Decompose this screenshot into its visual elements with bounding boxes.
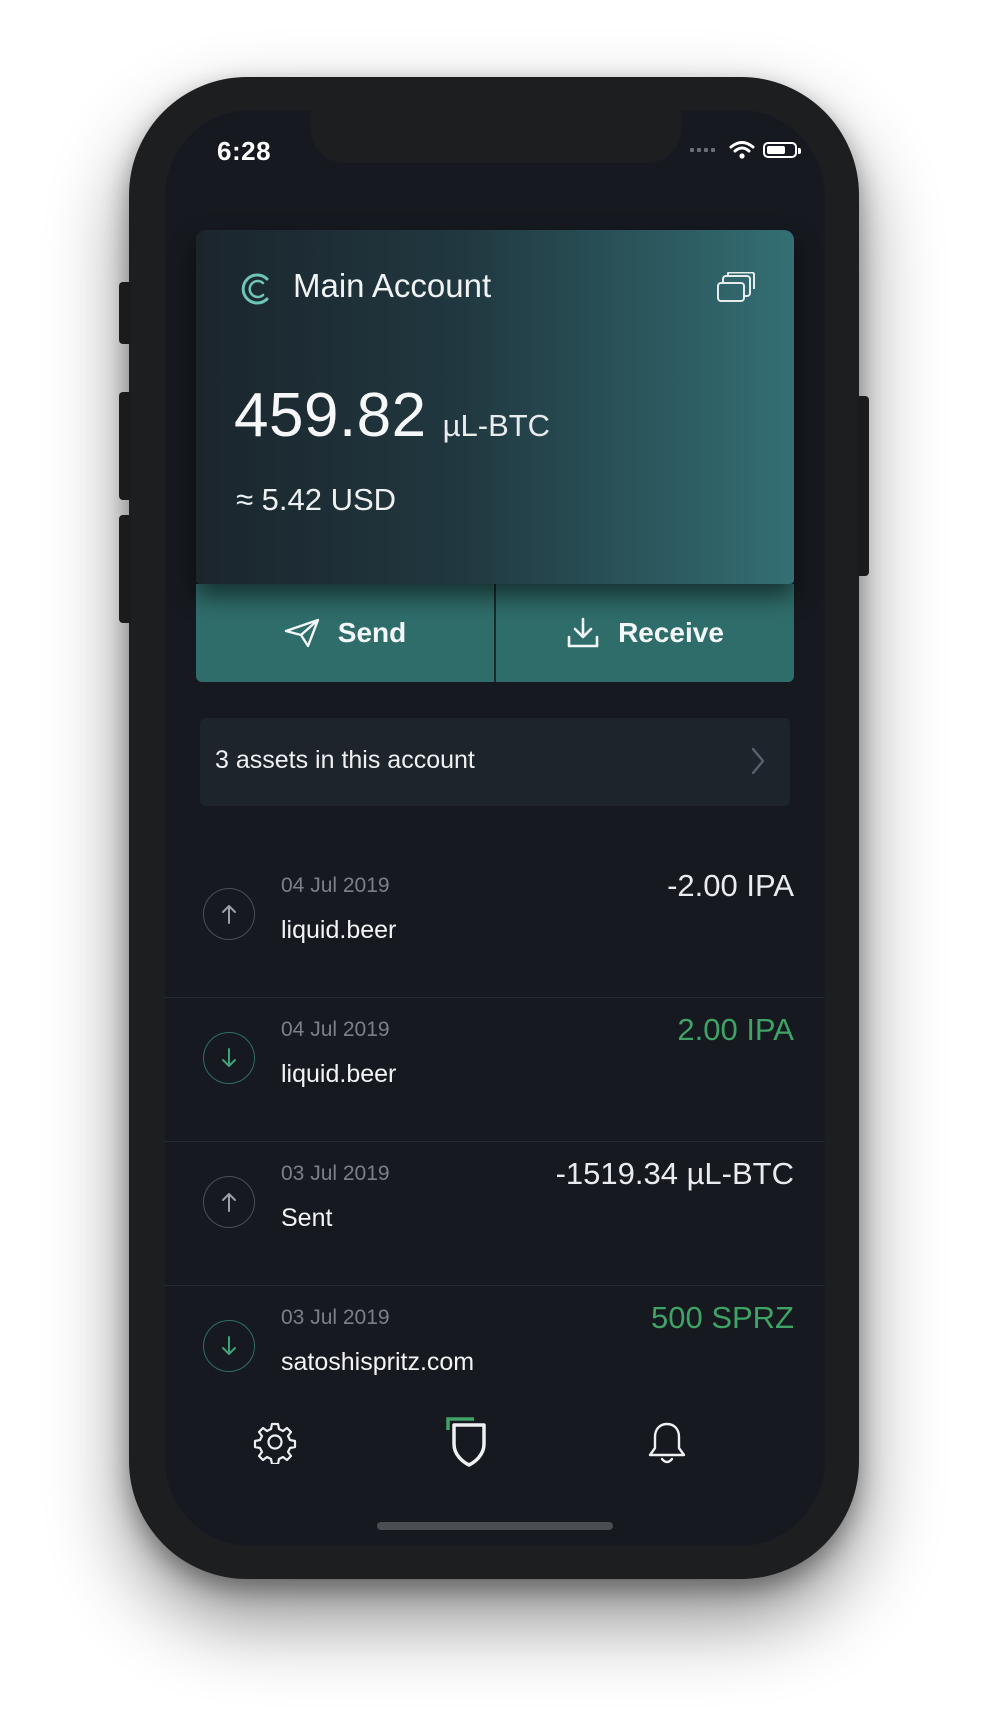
transaction-amount: 500 SPRZ (650, 1300, 794, 1335)
transaction-date: 04 Jul 2019 (281, 874, 390, 897)
incoming-arrow-icon (203, 1032, 255, 1084)
send-label: Send (337, 617, 407, 648)
wallet-shield-icon[interactable] (445, 1416, 489, 1468)
battery-icon (763, 142, 801, 158)
assets-label: 3 assets in this account (215, 746, 475, 774)
outgoing-arrow-icon (203, 1176, 255, 1228)
settings-icon[interactable] (253, 1420, 297, 1464)
account-actions: Send Receive (196, 584, 794, 682)
liquid-logo-icon (241, 273, 269, 305)
balance-unit: µL-BTC (442, 408, 551, 443)
transaction-name: liquid.beer (281, 916, 397, 944)
send-button[interactable]: Send (196, 584, 494, 682)
transaction-amount: 2.00 IPA (677, 1012, 794, 1047)
fiat-balance: ≈ 5.42 USD (236, 482, 397, 517)
transaction-row[interactable]: 04 Jul 2019 liquid.beer 2.00 IPA (165, 998, 825, 1142)
receive-label: Receive (618, 617, 724, 648)
power-button (857, 396, 869, 576)
app-screen: 6:28 Main Account 459.82 µL-BTC ≈ 5.42 U… (165, 110, 825, 1546)
transaction-row[interactable]: 03 Jul 2019 Sent -1519.34 µL-BTC (165, 1142, 825, 1286)
transaction-name: Sent (281, 1204, 333, 1232)
volume-down-button (119, 515, 131, 623)
status-time: 6:28 (217, 136, 272, 166)
status-icons (690, 140, 801, 160)
download-icon (567, 617, 599, 648)
notifications-bell-icon[interactable] (647, 1420, 687, 1466)
transaction-amount: -1519.34 µL-BTC (555, 1156, 794, 1191)
switch-account-icon[interactable] (716, 272, 756, 304)
wifi-icon (729, 141, 755, 159)
transaction-row[interactable]: 04 Jul 2019 liquid.beer -2.00 IPA (165, 854, 825, 998)
transaction-date: 03 Jul 2019 (281, 1306, 390, 1329)
receive-button[interactable]: Receive (496, 584, 794, 682)
cellular-signal-icon (690, 148, 715, 152)
volume-up-button (119, 392, 131, 500)
paper-plane-icon (284, 618, 319, 648)
balance-value: 459.82 (234, 381, 427, 450)
transaction-name: satoshispritz.com (281, 1348, 475, 1376)
notch (311, 110, 681, 163)
transaction-row[interactable]: 03 Jul 2019 satoshispritz.com 500 SPRZ (165, 1286, 825, 1430)
incoming-arrow-icon (203, 1320, 255, 1372)
account-card[interactable]: Main Account 459.82 µL-BTC ≈ 5.42 USD (196, 230, 794, 584)
home-indicator[interactable] (377, 1522, 613, 1530)
mute-switch (119, 282, 131, 344)
transaction-date: 04 Jul 2019 (281, 1018, 390, 1041)
assets-row[interactable]: 3 assets in this account (200, 718, 790, 806)
chevron-right-icon (751, 747, 765, 775)
transaction-name: liquid.beer (281, 1060, 397, 1088)
account-name: Main Account (293, 267, 492, 304)
balance: 459.82 µL-BTC (234, 380, 550, 451)
tab-bar (165, 1410, 825, 1490)
outgoing-arrow-icon (203, 888, 255, 940)
transaction-date: 03 Jul 2019 (281, 1162, 390, 1185)
transaction-amount: -2.00 IPA (667, 868, 794, 903)
